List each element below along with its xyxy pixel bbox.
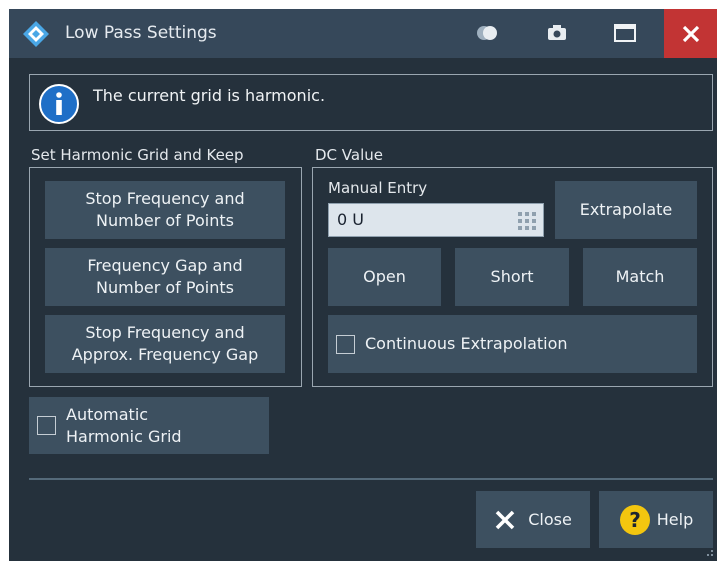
automatic-harmonic-grid-toggle[interactable]: Automatic Harmonic Grid [29,397,269,454]
auto-grid-label-line2: Harmonic Grid [66,426,182,446]
stop-frequency-and-points-button[interactable]: Stop Frequency and Number of Points [45,181,285,239]
info-icon [39,84,79,124]
short-button[interactable]: Short [455,248,569,306]
help-button-label: Help [656,509,694,529]
keypad-icon[interactable] [517,211,537,231]
button-label-line1: Stop Frequency and [85,323,245,342]
title-bar[interactable]: Low Pass Settings [9,9,717,58]
button-label-line2: Approx. Frequency Gap [71,345,259,364]
svg-text:?: ? [629,508,641,532]
continuous-extrapolation-checkbox[interactable] [336,334,355,354]
close-icon [682,25,699,42]
button-label-line2: Number of Points [96,278,234,297]
button-label-line2: Number of Points [96,211,234,230]
automatic-harmonic-grid-checkbox[interactable] [37,416,56,435]
manual-entry-input[interactable]: 0 U [328,203,544,237]
close-button-label: Close [528,509,572,529]
camera-icon[interactable] [545,22,569,44]
harmonic-grid-group-label: Set Harmonic Grid and Keep [31,146,244,164]
window-close-button[interactable] [664,9,717,58]
maximize-icon[interactable] [613,22,637,44]
button-label-line1: Stop Frequency and [85,189,245,208]
continuous-extrapolation-toggle[interactable]: Continuous Extrapolation [328,315,697,373]
close-icon [495,510,515,529]
extrapolate-button[interactable]: Extrapolate [555,181,697,239]
manual-entry-value: 0 U [337,210,364,229]
open-button[interactable]: Open [328,248,441,306]
rohde-schwarz-logo-icon [23,21,49,47]
auto-grid-label-line1: Automatic [66,404,149,424]
close-button[interactable]: Close [476,491,590,548]
window-title: Low Pass Settings [65,23,217,43]
info-message: The current grid is harmonic. [93,86,326,105]
footer-divider [29,478,713,480]
help-button[interactable]: ? Help [599,491,713,548]
stop-frequency-and-gap-button[interactable]: Stop Frequency and Approx. Frequency Gap [45,315,285,373]
low-pass-settings-dialog: Low Pass Settings The current grid is ha… [9,9,717,561]
match-button[interactable]: Match [583,248,697,306]
toggle-transparency-icon[interactable] [475,22,499,44]
button-label-line1: Frequency Gap and [87,256,243,275]
resize-grip-icon[interactable] [703,546,715,558]
manual-entry-label: Manual Entry [328,179,428,197]
help-icon: ? [619,504,650,535]
dc-value-group-label: DC Value [315,146,383,164]
continuous-extrapolation-label: Continuous Extrapolation [365,334,568,353]
frequency-gap-and-points-button[interactable]: Frequency Gap and Number of Points [45,248,285,306]
